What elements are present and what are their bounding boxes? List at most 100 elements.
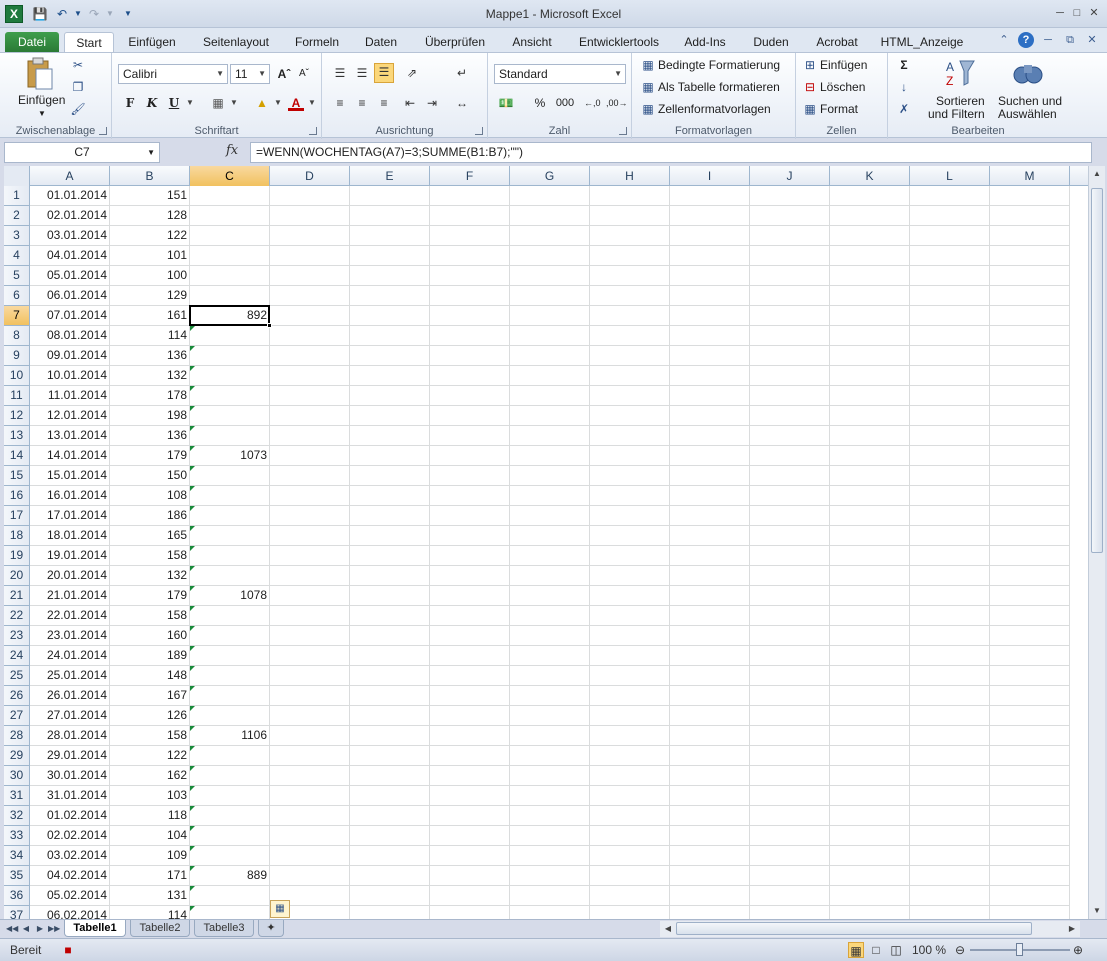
- cell-d22[interactable]: [270, 606, 350, 626]
- cell-e28[interactable]: [350, 726, 430, 746]
- cell-k36[interactable]: [830, 886, 910, 906]
- cell-m1[interactable]: [990, 186, 1070, 206]
- cell-g35[interactable]: [510, 866, 590, 886]
- cell-e27[interactable]: [350, 706, 430, 726]
- cell-b16[interactable]: 108: [110, 486, 190, 506]
- row-header[interactable]: 16: [4, 486, 30, 506]
- cell-g6[interactable]: [510, 286, 590, 306]
- column-header-b[interactable]: B: [110, 166, 190, 186]
- zoom-in-icon[interactable]: ⊕: [1070, 942, 1086, 958]
- cell-b14[interactable]: 179: [110, 446, 190, 466]
- cell-k10[interactable]: [830, 366, 910, 386]
- cell-l32[interactable]: [910, 806, 990, 826]
- cell-b8[interactable]: 114: [110, 326, 190, 346]
- cell-g10[interactable]: [510, 366, 590, 386]
- cell-a26[interactable]: 26.01.2014: [30, 686, 110, 706]
- cell-f6[interactable]: [430, 286, 510, 306]
- horizontal-scroll-thumb[interactable]: [676, 922, 1032, 935]
- cell-l26[interactable]: [910, 686, 990, 706]
- cell-h11[interactable]: [590, 386, 670, 406]
- cell-c24[interactable]: [190, 646, 270, 666]
- paste-icon[interactable]: [24, 57, 56, 90]
- cell-g37[interactable]: [510, 906, 590, 919]
- cell-a7[interactable]: 07.01.2014: [30, 306, 110, 326]
- cell-l34[interactable]: [910, 846, 990, 866]
- cell-k23[interactable]: [830, 626, 910, 646]
- insert-cells-icon[interactable]: ⊞: [802, 57, 818, 73]
- page-break-view-icon[interactable]: ◫: [888, 942, 904, 958]
- cell-g34[interactable]: [510, 846, 590, 866]
- cell-b26[interactable]: 167: [110, 686, 190, 706]
- cell-a1[interactable]: 01.01.2014: [30, 186, 110, 206]
- cell-d28[interactable]: [270, 726, 350, 746]
- cell-k25[interactable]: [830, 666, 910, 686]
- cell-j14[interactable]: [750, 446, 830, 466]
- cell-e26[interactable]: [350, 686, 430, 706]
- thousands-button[interactable]: 000: [554, 95, 576, 111]
- cell-e4[interactable]: [350, 246, 430, 266]
- cell-h30[interactable]: [590, 766, 670, 786]
- zoom-level[interactable]: 100 %: [912, 943, 946, 957]
- cell-d27[interactable]: [270, 706, 350, 726]
- cell-j10[interactable]: [750, 366, 830, 386]
- cell-k3[interactable]: [830, 226, 910, 246]
- cell-l1[interactable]: [910, 186, 990, 206]
- cell-f37[interactable]: [430, 906, 510, 919]
- cell-g36[interactable]: [510, 886, 590, 906]
- cell-h9[interactable]: [590, 346, 670, 366]
- cell-h19[interactable]: [590, 546, 670, 566]
- cell-k5[interactable]: [830, 266, 910, 286]
- cell-a17[interactable]: 17.01.2014: [30, 506, 110, 526]
- cell-k14[interactable]: [830, 446, 910, 466]
- tab-daten[interactable]: Daten: [358, 32, 404, 52]
- cell-g15[interactable]: [510, 466, 590, 486]
- cell-b20[interactable]: 132: [110, 566, 190, 586]
- cell-g20[interactable]: [510, 566, 590, 586]
- currency-icon[interactable]: 💵: [498, 95, 514, 111]
- cell-m8[interactable]: [990, 326, 1070, 346]
- cell-i18[interactable]: [670, 526, 750, 546]
- cell-m19[interactable]: [990, 546, 1070, 566]
- cell-e2[interactable]: [350, 206, 430, 226]
- cell-h17[interactable]: [590, 506, 670, 526]
- cell-m37[interactable]: [990, 906, 1070, 919]
- cell-j29[interactable]: [750, 746, 830, 766]
- cell-c37[interactable]: [190, 906, 270, 919]
- cell-e23[interactable]: [350, 626, 430, 646]
- cell-d30[interactable]: [270, 766, 350, 786]
- cell-g14[interactable]: [510, 446, 590, 466]
- cell-styles-icon[interactable]: ▦: [640, 101, 656, 117]
- cell-h29[interactable]: [590, 746, 670, 766]
- cell-h37[interactable]: [590, 906, 670, 919]
- cell-g8[interactable]: [510, 326, 590, 346]
- cell-f17[interactable]: [430, 506, 510, 526]
- cell-i35[interactable]: [670, 866, 750, 886]
- cell-i14[interactable]: [670, 446, 750, 466]
- cell-e5[interactable]: [350, 266, 430, 286]
- cell-d16[interactable]: [270, 486, 350, 506]
- cell-e30[interactable]: [350, 766, 430, 786]
- cell-b3[interactable]: 122: [110, 226, 190, 246]
- font-color-icon[interactable]: A: [288, 95, 304, 111]
- column-header-h[interactable]: H: [590, 166, 670, 186]
- cell-e35[interactable]: [350, 866, 430, 886]
- cell-d33[interactable]: [270, 826, 350, 846]
- tab-entwicklertools[interactable]: Entwicklertools: [572, 32, 666, 52]
- cell-d29[interactable]: [270, 746, 350, 766]
- cell-e37[interactable]: [350, 906, 430, 919]
- cell-d19[interactable]: [270, 546, 350, 566]
- cell-k6[interactable]: [830, 286, 910, 306]
- cell-e22[interactable]: [350, 606, 430, 626]
- cell-i23[interactable]: [670, 626, 750, 646]
- cell-i32[interactable]: [670, 806, 750, 826]
- cell-b11[interactable]: 178: [110, 386, 190, 406]
- column-header-d[interactable]: D: [270, 166, 350, 186]
- merge-center-icon[interactable]: ↔: [454, 95, 470, 111]
- cell-c3[interactable]: [190, 226, 270, 246]
- cell-k29[interactable]: [830, 746, 910, 766]
- row-header[interactable]: 37: [4, 906, 30, 919]
- cell-h4[interactable]: [590, 246, 670, 266]
- cell-a33[interactable]: 02.02.2014: [30, 826, 110, 846]
- cell-e15[interactable]: [350, 466, 430, 486]
- cell-m32[interactable]: [990, 806, 1070, 826]
